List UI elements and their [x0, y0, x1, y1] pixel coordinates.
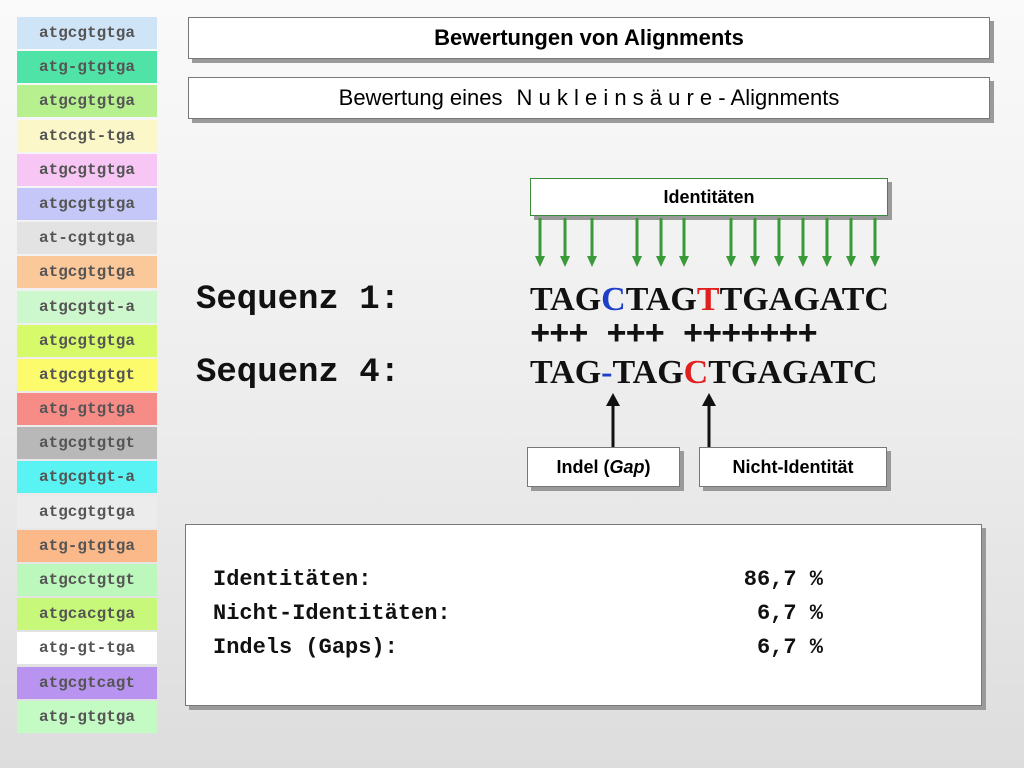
sequence-4-string: TAG-TAGCTGAGATC [530, 355, 878, 391]
identity-arrow-head [846, 256, 856, 267]
indel-suffix: ) [644, 456, 651, 477]
indel-prefix: Indel ( [556, 456, 610, 477]
identity-arrows [535, 218, 880, 267]
seq4-segment: TGAGATC [708, 354, 878, 391]
indel-callout: Indel (Gap) [527, 447, 680, 487]
identity-arrow-head [798, 256, 808, 267]
nonidentity-callout: Nicht-Identität [699, 447, 887, 487]
identity-arrow-head [870, 256, 880, 267]
seq1-aligned-base: C [601, 281, 626, 318]
identity-arrow-head [535, 256, 545, 267]
seq4-segment: TAG [530, 354, 602, 391]
indel-italic: Gap [609, 456, 645, 477]
sequence-4-label: Sequenz 4: [196, 354, 401, 392]
identity-arrow-head [632, 256, 642, 267]
identity-arrow-head [587, 256, 597, 267]
identity-arrow-head [774, 256, 784, 267]
identity-arrow-head [560, 256, 570, 267]
identity-arrow-head [750, 256, 760, 267]
identity-arrow-head [822, 256, 832, 267]
identity-arrow-head [726, 256, 736, 267]
stat-label-nonidentities: Nicht-Identitäten: [213, 601, 451, 626]
stat-label-indels: Indels (Gaps): [213, 635, 398, 660]
seq1-segment: TAG [625, 281, 697, 318]
stat-label-identities: Identitäten: [213, 567, 372, 592]
match-line: +++ +++ +++++++ [530, 317, 818, 355]
seq1-mismatch-base: T [696, 281, 720, 318]
sequence-1-string: TAGCTAGTTGAGATC [530, 282, 889, 318]
seq4-gap: - [601, 354, 613, 391]
stat-value-identities: 86,7 % [743, 567, 823, 592]
statistics-panel: Identitäten: 86,7 % Nicht-Identitäten: 6… [185, 524, 982, 706]
seq4-segment: TAG [612, 354, 684, 391]
identity-arrow-head [679, 256, 689, 267]
indel-arrow [606, 393, 620, 447]
seq1-segment: TGAGATC [719, 281, 889, 318]
stat-value-nonidentities: 6,7 % [756, 601, 823, 626]
seq1-segment: TAG [530, 281, 602, 318]
stat-value-indels: 6,7 % [756, 635, 823, 660]
identity-arrow-head [656, 256, 666, 267]
seq4-mismatch-base: C [683, 354, 709, 391]
sequence-1-label: Sequenz 1: [196, 281, 401, 319]
nonidentity-arrow [702, 393, 716, 447]
